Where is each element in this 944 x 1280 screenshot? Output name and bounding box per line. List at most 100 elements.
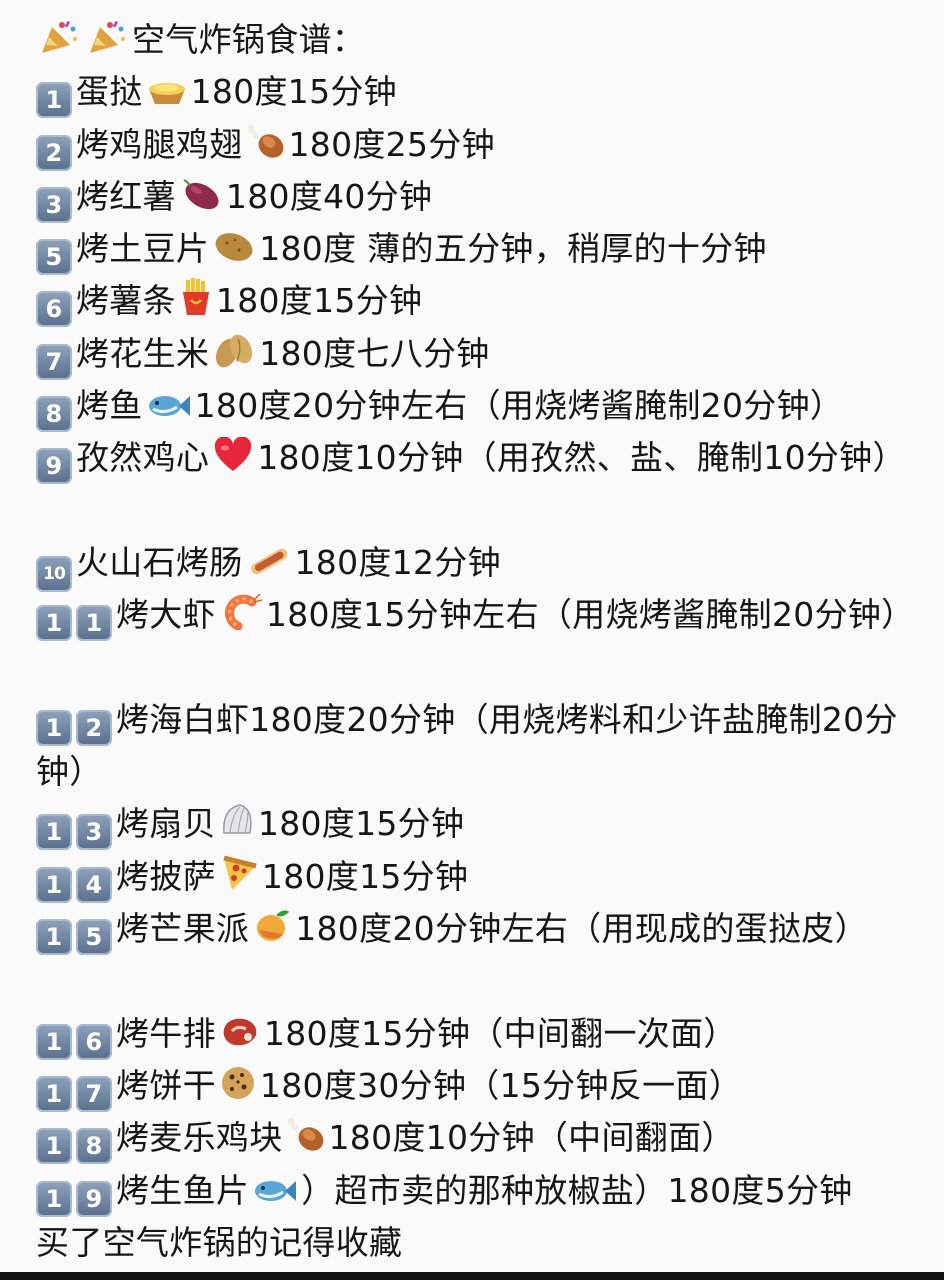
number-keycap: 8 xyxy=(36,396,72,433)
sweet-potato-icon xyxy=(180,176,222,212)
shrimp-icon xyxy=(220,592,262,631)
recipe-item: 6 烤薯条 180度15分钟 xyxy=(36,275,916,328)
recipe-name: 烤鱼 xyxy=(76,386,143,426)
recipe-item: 1 3 烤扇贝 180度15分钟 xyxy=(36,798,916,851)
recipe-name: 孜然鸡心 xyxy=(76,438,210,478)
recipe-name: 烤大虾 xyxy=(116,595,216,635)
fish-icon xyxy=(253,1176,297,1206)
recipe-instructions: 180度15分钟 xyxy=(257,804,465,844)
number-keycap: 1 xyxy=(36,82,72,119)
recipe-instructions: 180度15分钟 xyxy=(261,856,469,896)
recipe-note: 空气炸锅食谱： 1 蛋挞 180度15分钟 2 烤鸡腿鸡翅 180度25分钟 3 烤红薯 180… xyxy=(36,14,916,1269)
recipe-name: 烤披萨 xyxy=(116,856,216,896)
recipe-name: 烤海白虾 xyxy=(116,699,250,739)
number-keycap: 9 xyxy=(76,1180,112,1217)
recipe-item: 1 8 烤麦乐鸡块 180度10分钟（中间翻面） xyxy=(36,1112,916,1165)
recipe-item: 1 1 烤大虾 180度15分钟左右（用烧烤酱腌制20分钟） xyxy=(36,589,916,694)
recipe-item: 1 5 烤芒果派 180度20分钟左右（用现成的蛋挞皮） xyxy=(36,903,916,1008)
recipe-instructions: 180度30分钟（15分钟反一面） xyxy=(259,1065,742,1105)
number-keycap: 1 xyxy=(36,866,72,903)
recipe-instructions: ）超市卖的那种放椒盐）180度5分钟 xyxy=(301,1170,853,1210)
recipe-instructions: 180度15分钟 xyxy=(215,281,423,321)
recipe-instructions: 180度10分钟（中间翻面） xyxy=(328,1118,735,1158)
recipe-name: 烤生鱼片 xyxy=(116,1170,250,1210)
recipe-item: 8 烤鱼 180度20分钟左右（用烧烤酱腌制20分钟） xyxy=(36,380,916,433)
number-keycap: 3 xyxy=(36,186,72,223)
recipe-name: 火山石烤肠 xyxy=(76,542,243,582)
recipe-item: 1 4 烤披萨 180度15分钟 xyxy=(36,851,916,903)
number-keycap: 5 xyxy=(36,239,72,276)
recipe-list: 1 蛋挞 180度15分钟 2 烤鸡腿鸡翅 180度25分钟 3 烤红薯 180度40分钟 5 烤土… xyxy=(36,66,916,1217)
recipe-instructions: 180度15分钟 xyxy=(190,72,397,112)
number-keycap: 2 xyxy=(76,709,112,746)
number-keycap: 1 xyxy=(36,605,72,642)
recipe-instructions: 180度七八分钟 xyxy=(259,333,490,373)
recipe-name: 烤芒果派 xyxy=(116,909,250,949)
recipe-instructions: 180度20分钟左右（用现成的蛋挞皮） xyxy=(295,909,868,949)
number-keycap: 2 xyxy=(36,134,72,171)
recipe-name: 烤鸡腿鸡翅 xyxy=(76,124,243,164)
recipe-instructions: 180度25分钟 xyxy=(288,124,495,164)
mango-icon xyxy=(253,906,291,944)
cookie-icon xyxy=(220,1065,256,1101)
recipe-item: 9 孜然鸡心 180度10分钟（用孜然、盐、腌制10分钟） xyxy=(36,432,916,537)
number-keycap: 3 xyxy=(76,814,112,851)
drumstick-icon xyxy=(247,124,285,160)
recipe-item: 1 9 烤生鱼片 ）超市卖的那种放椒盐）180度5分钟 xyxy=(36,1165,916,1217)
number-keycap: 6 xyxy=(76,1023,112,1060)
number-keycap: 7 xyxy=(36,343,72,380)
pizza-icon xyxy=(220,854,258,892)
recipe-name: 烤薯条 xyxy=(76,281,176,321)
title-line: 空气炸锅食谱： xyxy=(36,14,916,66)
recipe-item: 7 烤花生米 180度七八分钟 xyxy=(36,328,916,380)
egg-tart-icon xyxy=(147,77,187,107)
recipe-name: 烤麦乐鸡块 xyxy=(116,1118,283,1158)
recipe-instructions: 180度10分钟（用孜然、盐、腌制10分钟） xyxy=(257,438,906,478)
recipe-instructions: 180度40分钟 xyxy=(225,176,433,216)
recipe-item: 1 7 烤饼干 180度30分钟（15分钟反一面） xyxy=(36,1060,916,1112)
number-keycap: 8 xyxy=(76,1128,112,1165)
number-keycap: 5 xyxy=(76,919,112,956)
recipe-instructions: 180度15分钟（中间翻一次面） xyxy=(263,1013,737,1053)
recipe-name: 烤土豆片 xyxy=(76,229,210,269)
recipe-item: 10 火山石烤肠 180度12分钟 xyxy=(36,537,916,592)
bottom-edge xyxy=(0,1272,944,1280)
number-keycap: 1 xyxy=(36,814,72,851)
recipe-name: 烤饼干 xyxy=(116,1065,216,1105)
shell-icon xyxy=(220,803,254,839)
party-popper-icon xyxy=(88,19,128,55)
heart-icon xyxy=(213,437,253,473)
number-keycap: 4 xyxy=(76,866,112,903)
footer-text: 买了空气炸锅的记得收藏 xyxy=(36,1222,403,1262)
number-keycap: 1 xyxy=(36,1128,72,1165)
number-keycap: 1 xyxy=(36,1180,72,1217)
recipe-instructions: 180度 薄的五分钟，稍厚的十分钟 xyxy=(259,229,767,269)
number-keycap: 7 xyxy=(76,1075,112,1112)
recipe-name: 烤红薯 xyxy=(76,176,176,216)
peanut-icon xyxy=(213,333,255,369)
number-keycap: 1 xyxy=(36,1075,72,1112)
number-keycap: 1 xyxy=(76,605,112,642)
drumstick-icon xyxy=(287,1117,325,1153)
recipe-name: 烤扇贝 xyxy=(116,804,216,844)
potato-icon xyxy=(213,230,255,264)
number-keycap: 1 xyxy=(36,1023,72,1060)
recipe-name: 烤牛排 xyxy=(116,1013,216,1053)
recipe-instructions: 180度15分钟左右（用烧烤酱腌制20分钟） xyxy=(265,595,915,635)
recipe-name: 蛋挞 xyxy=(76,72,143,112)
recipe-item: 5 烤土豆片 180度 薄的五分钟，稍厚的十分钟 xyxy=(36,223,916,276)
recipe-item: 3 烤红薯 180度40分钟 xyxy=(36,171,916,223)
number-keycap: 9 xyxy=(36,448,72,485)
number-keycap: 6 xyxy=(36,291,72,328)
recipe-item: 1 蛋挞 180度15分钟 xyxy=(36,66,916,119)
fish-icon xyxy=(147,391,191,421)
party-popper-icon xyxy=(40,19,80,55)
recipe-item: 1 6 烤牛排 180度15分钟（中间翻一次面） xyxy=(36,1008,916,1060)
recipe-instructions: 180度12分钟 xyxy=(294,542,501,582)
number-keycap: 10 xyxy=(36,555,72,592)
sausage-icon xyxy=(247,544,291,578)
recipe-name: 烤花生米 xyxy=(76,333,210,373)
number-keycap: 1 xyxy=(36,709,72,746)
recipe-item: 1 2 烤海白虾180度20分钟（用烧烤料和少许盐腌制20分钟） xyxy=(36,694,916,799)
recipe-item: 2 烤鸡腿鸡翅 180度25分钟 xyxy=(36,119,916,171)
